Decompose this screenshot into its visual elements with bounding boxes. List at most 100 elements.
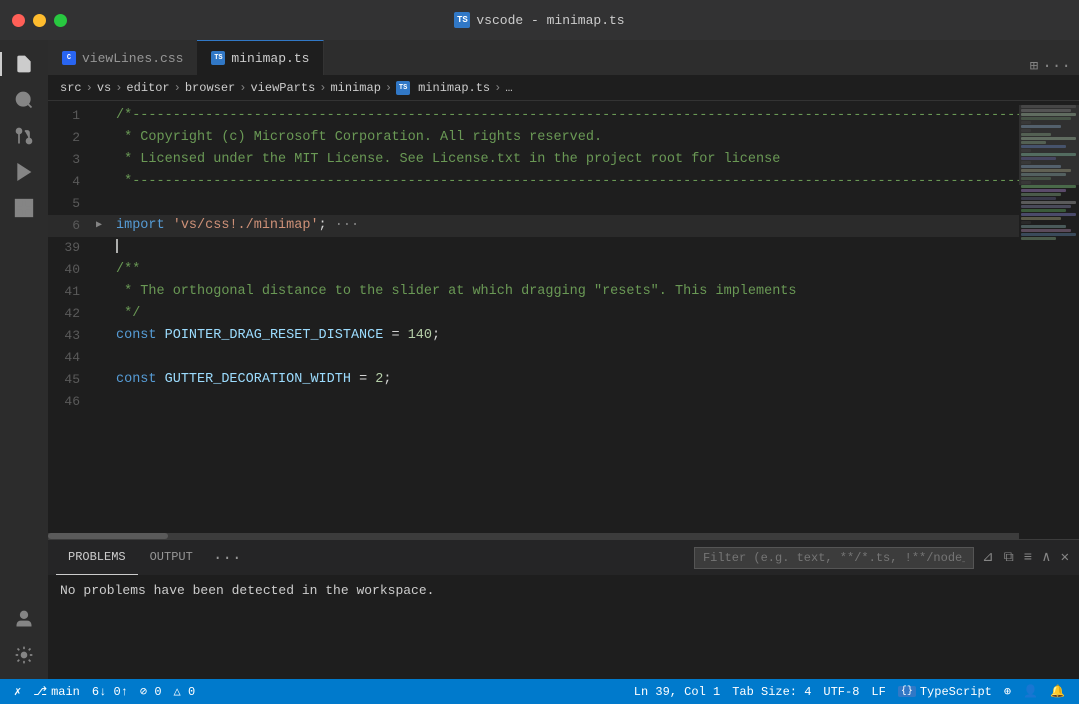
horizontal-scrollbar[interactable] [48, 533, 1019, 539]
minimap-line [1021, 185, 1076, 188]
activity-extensions[interactable] [8, 192, 40, 224]
status-errors[interactable]: ⊘ 0 [134, 684, 168, 699]
code-line-43: 43 const POINTER_DRAG_RESET_DISTANCE = 1… [48, 325, 1019, 347]
css-file-icon: C [62, 51, 76, 65]
tab-problems[interactable]: PROBLEMS [56, 540, 138, 575]
minimap-slider[interactable] [1019, 105, 1079, 185]
status-line-ending[interactable]: LF [865, 685, 891, 699]
code-line-2: 2 * Copyright (c) Microsoft Corporation.… [48, 127, 1019, 149]
status-right: Ln 39, Col 1 Tab Size: 4 UTF-8 LF {} Typ… [628, 684, 1071, 699]
branch-name: main [51, 685, 80, 699]
code-line-5: 5 [48, 193, 1019, 215]
minimap-line [1021, 225, 1066, 228]
breadcrumb-browser[interactable]: browser [185, 81, 235, 95]
activity-settings[interactable] [8, 639, 40, 671]
minimap-line [1021, 189, 1066, 192]
activity-files[interactable] [8, 48, 40, 80]
filter-icon[interactable]: ⊿ [980, 547, 996, 568]
minimap-line [1021, 217, 1061, 220]
code-line-40: 40 /** [48, 259, 1019, 281]
status-warnings[interactable]: △ 0 [168, 684, 202, 699]
bottom-panel: PROBLEMS OUTPUT ··· ⊿ ⧉ ≡ ∧ ✕ [48, 539, 1079, 679]
status-accounts[interactable]: 👤 [1017, 684, 1044, 699]
tab-minimap[interactable]: TS minimap.ts [197, 40, 324, 75]
copy-icon[interactable]: ⧉ [1002, 548, 1016, 568]
maximize-button[interactable] [54, 14, 67, 27]
code-area[interactable]: 1 /*------------------------------------… [48, 101, 1019, 539]
code-line-46: 46 [48, 391, 1019, 413]
activity-run[interactable] [8, 156, 40, 188]
tab-minimap-label: minimap.ts [231, 51, 309, 66]
split-editor-icon[interactable]: ⊞ [1030, 58, 1038, 75]
ts-icon: TS [454, 12, 470, 28]
close-button[interactable] [12, 14, 25, 27]
breadcrumb-filename[interactable]: minimap.ts [418, 81, 490, 95]
more-actions-icon[interactable]: ··· [1042, 57, 1071, 75]
panel-more-tabs[interactable]: ··· [205, 549, 250, 567]
activity-account[interactable] [8, 603, 40, 635]
minimize-button[interactable] [33, 14, 46, 27]
panel-up-icon[interactable]: ∧ [1040, 547, 1052, 568]
status-encoding[interactable]: UTF-8 [817, 685, 865, 699]
bell-icon: 🔔 [1050, 684, 1065, 699]
minimap-line [1021, 233, 1076, 236]
main-layout: C viewLines.css TS minimap.ts ⊞ ··· src … [0, 40, 1079, 679]
minimap-line [1021, 221, 1031, 224]
status-remote[interactable]: ✗ [8, 684, 27, 699]
panel-close-icon[interactable]: ✕ [1059, 547, 1071, 568]
tabs-actions: ⊞ ··· [1030, 57, 1079, 75]
breadcrumb-vs[interactable]: vs [97, 81, 111, 95]
panel-actions: ⊿ ⧉ ≡ ∧ ✕ [694, 547, 1071, 569]
breadcrumb: src › vs › editor › browser › viewParts … [48, 75, 1079, 101]
activity-search[interactable] [8, 84, 40, 116]
activity-git[interactable] [8, 120, 40, 152]
breadcrumb-minimap-folder[interactable]: minimap [330, 81, 380, 95]
status-bell[interactable]: 🔔 [1044, 684, 1071, 699]
scrollbar-thumb[interactable] [48, 533, 168, 539]
code-line-44: 44 [48, 347, 1019, 369]
warnings-text: △ 0 [174, 684, 196, 699]
status-branch[interactable]: ⎇ main [27, 684, 86, 699]
minimap-line [1021, 201, 1076, 204]
tab-viewlines[interactable]: C viewLines.css [48, 40, 197, 75]
tab-size-text: Tab Size: 4 [732, 685, 811, 699]
remote-icon: ✗ [14, 684, 21, 699]
status-live-share[interactable]: ⊕ [998, 684, 1017, 699]
encoding-text: UTF-8 [823, 685, 859, 699]
status-language[interactable]: {} TypeScript [892, 685, 998, 699]
sync-text: 6↓ 0↑ [92, 685, 128, 699]
code-line-41: 41 * The orthogonal distance to the slid… [48, 281, 1019, 303]
code-line-3: 3 * Licensed under the MIT License. See … [48, 149, 1019, 171]
status-position[interactable]: Ln 39, Col 1 [628, 685, 726, 699]
filter-input[interactable] [694, 547, 974, 569]
activity-bar [0, 40, 48, 679]
panel-tabs: PROBLEMS OUTPUT ··· ⊿ ⧉ ≡ ∧ ✕ [48, 540, 1079, 575]
errors-text: ⊘ 0 [140, 684, 162, 699]
breadcrumb-viewparts[interactable]: viewParts [250, 81, 315, 95]
status-tab-size[interactable]: Tab Size: 4 [726, 685, 817, 699]
breadcrumb-editor[interactable]: editor [126, 81, 169, 95]
editor-content: 1 /*------------------------------------… [48, 101, 1079, 539]
position-text: Ln 39, Col 1 [634, 685, 720, 699]
code-line-39: 39 [48, 237, 1019, 259]
code-line-1: 1 /*------------------------------------… [48, 105, 1019, 127]
status-left: ✗ ⎇ main 6↓ 0↑ ⊘ 0 △ 0 [8, 684, 201, 699]
tab-output[interactable]: OUTPUT [138, 540, 205, 575]
status-bar: ✗ ⎇ main 6↓ 0↑ ⊘ 0 △ 0 Ln 39, Col 1 Tab … [0, 679, 1079, 704]
breadcrumb-src[interactable]: src [60, 81, 82, 95]
breadcrumb-ts-badge: TS [396, 81, 410, 95]
minimap-line [1021, 209, 1066, 212]
code-line-42: 42 */ [48, 303, 1019, 325]
branch-icon: ⎇ [33, 684, 47, 699]
tabs-bar: C viewLines.css TS minimap.ts ⊞ ··· [48, 40, 1079, 75]
breadcrumb-more[interactable]: … [505, 81, 512, 95]
code-line-6: 6 ▶ import 'vs/css!./minimap'; ··· [48, 215, 1019, 237]
code-line-4: 4 *-------------------------------------… [48, 171, 1019, 193]
collapse-all-icon[interactable]: ≡ [1022, 548, 1034, 568]
minimap-line [1021, 197, 1056, 200]
minimap-line [1021, 205, 1071, 208]
status-sync[interactable]: 6↓ 0↑ [86, 685, 134, 699]
minimap-line [1021, 213, 1076, 216]
minimap[interactable] [1019, 101, 1079, 539]
ts-lang-badge: {} [898, 686, 916, 697]
